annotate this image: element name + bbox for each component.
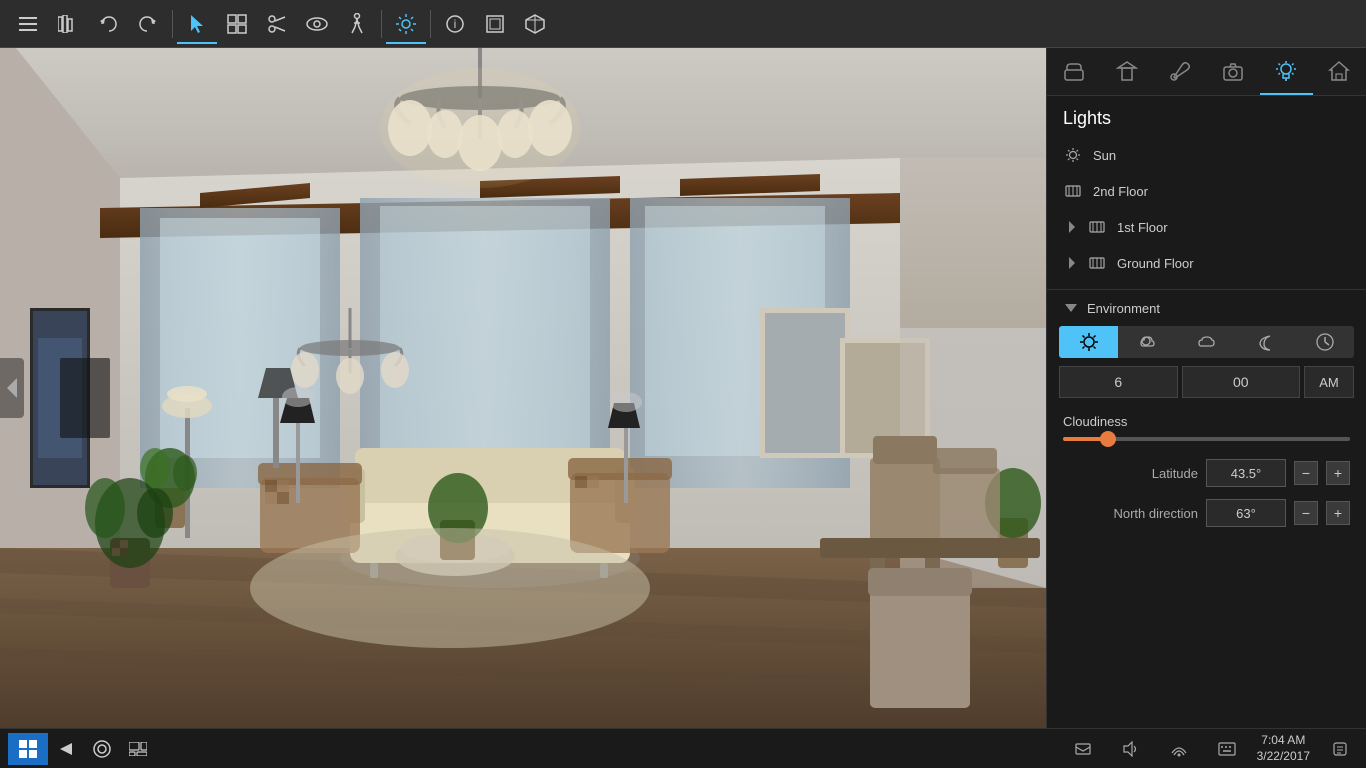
cube-icon[interactable] xyxy=(515,4,555,44)
partly-cloudy-btn[interactable] xyxy=(1118,326,1177,358)
cloudiness-slider-thumb[interactable] xyxy=(1100,431,1116,447)
floor-ground-icon xyxy=(1087,253,1107,273)
light-item-sun[interactable]: Sun xyxy=(1047,137,1366,173)
floor-1st-icon xyxy=(1087,217,1107,237)
start-button[interactable] xyxy=(8,733,48,765)
north-direction-label: North direction xyxy=(1063,506,1198,521)
taskbar: 7:04 AM 3/22/2017 xyxy=(0,728,1366,768)
latitude-row: Latitude 43.5° − + xyxy=(1047,453,1366,493)
top-toolbar: i xyxy=(0,0,1366,48)
lights-panel-header: Lights xyxy=(1047,96,1366,137)
taskbar-right-area: 7:04 AM 3/22/2017 xyxy=(1065,733,1358,765)
tab-camera[interactable] xyxy=(1207,48,1260,95)
walk-icon[interactable] xyxy=(337,4,377,44)
objects-icon[interactable] xyxy=(217,4,257,44)
undo-icon[interactable] xyxy=(88,4,128,44)
ampm-input[interactable]: AM xyxy=(1304,366,1354,398)
north-direction-row: North direction 63° − + xyxy=(1047,493,1366,533)
minute-input[interactable]: 00 xyxy=(1182,366,1301,398)
taskbar-keyboard-icon[interactable] xyxy=(1211,733,1243,765)
environment-header[interactable]: Environment xyxy=(1047,290,1366,326)
light-sun-label: Sun xyxy=(1093,148,1116,163)
scissors-icon[interactable] xyxy=(257,4,297,44)
frame-icon[interactable] xyxy=(475,4,515,44)
expand-arrow-1st xyxy=(1063,219,1079,235)
floor-2nd-icon xyxy=(1063,181,1083,201)
taskbar-action-center-icon[interactable] xyxy=(1324,733,1356,765)
tab-paint[interactable] xyxy=(1153,48,1206,95)
sun-toolbar-icon[interactable] xyxy=(386,4,426,44)
taskbar-clock[interactable]: 7:04 AM 3/22/2017 xyxy=(1257,733,1310,764)
tab-furnish[interactable] xyxy=(1047,48,1100,95)
latitude-minus-btn[interactable]: − xyxy=(1294,461,1318,485)
sun-icon xyxy=(1063,145,1083,165)
toolbar-sep-1 xyxy=(172,10,173,38)
cloudy-btn[interactable] xyxy=(1177,326,1236,358)
latitude-value[interactable]: 43.5° xyxy=(1206,459,1286,487)
taskbar-back-btn[interactable] xyxy=(50,733,82,765)
redo-icon[interactable] xyxy=(128,4,168,44)
right-panel: Lights Sun 2nd Floor xyxy=(1046,48,1366,728)
environment-section: Environment xyxy=(1047,289,1366,533)
light-item-2nd-floor[interactable]: 2nd Floor xyxy=(1047,173,1366,209)
light-1st-floor-label: 1st Floor xyxy=(1117,220,1168,235)
light-ground-floor-label: Ground Floor xyxy=(1117,256,1194,271)
latitude-plus-btn[interactable]: + xyxy=(1326,461,1350,485)
environment-chevron xyxy=(1063,300,1079,316)
tab-lights[interactable] xyxy=(1260,48,1313,95)
cloudiness-label: Cloudiness xyxy=(1047,410,1366,437)
taskbar-cortana-btn[interactable] xyxy=(86,733,118,765)
viewport-nav-left[interactable] xyxy=(0,358,24,418)
cloudiness-slider-container xyxy=(1047,437,1366,453)
expand-arrow-ground xyxy=(1063,255,1079,271)
taskbar-time: 7:04 AM xyxy=(1257,733,1310,749)
taskbar-volume-icon[interactable] xyxy=(1115,733,1147,765)
library-icon[interactable] xyxy=(48,4,88,44)
main-content: Lights Sun 2nd Floor xyxy=(0,48,1366,728)
latitude-label: Latitude xyxy=(1063,466,1198,481)
toolbar-sep-2 xyxy=(381,10,382,38)
light-item-1st-floor[interactable]: 1st Floor xyxy=(1047,209,1366,245)
north-direction-value[interactable]: 63° xyxy=(1206,499,1286,527)
taskbar-date: 3/22/2017 xyxy=(1257,749,1310,765)
select-icon[interactable] xyxy=(177,4,217,44)
panel-content: Lights Sun 2nd Floor xyxy=(1047,96,1366,728)
time-input-group: 6 00 AM xyxy=(1059,366,1354,398)
tab-home[interactable] xyxy=(1313,48,1366,95)
cloudiness-slider-track[interactable] xyxy=(1063,437,1350,441)
north-direction-minus-btn[interactable]: − xyxy=(1294,501,1318,525)
info-icon[interactable]: i xyxy=(435,4,475,44)
tab-build[interactable] xyxy=(1100,48,1153,95)
tod-button-group xyxy=(1059,326,1354,358)
panel-icon-bar xyxy=(1047,48,1366,96)
light-item-ground-floor[interactable]: Ground Floor xyxy=(1047,245,1366,281)
toolbar-sep-3 xyxy=(430,10,431,38)
svg-text:i: i xyxy=(454,17,457,31)
north-direction-plus-btn[interactable]: + xyxy=(1326,501,1350,525)
hour-input[interactable]: 6 xyxy=(1059,366,1178,398)
environment-label: Environment xyxy=(1087,301,1160,316)
taskbar-network-icon[interactable] xyxy=(1163,733,1195,765)
taskbar-taskview-btn[interactable] xyxy=(122,733,154,765)
time-btn[interactable] xyxy=(1295,326,1354,358)
clear-sky-btn[interactable] xyxy=(1059,326,1118,358)
light-2nd-floor-label: 2nd Floor xyxy=(1093,184,1148,199)
eye-icon[interactable] xyxy=(297,4,337,44)
night-btn[interactable] xyxy=(1236,326,1295,358)
menu-icon[interactable] xyxy=(8,4,48,44)
viewport-3d[interactable] xyxy=(0,48,1046,728)
taskbar-notification-icon[interactable] xyxy=(1067,733,1099,765)
